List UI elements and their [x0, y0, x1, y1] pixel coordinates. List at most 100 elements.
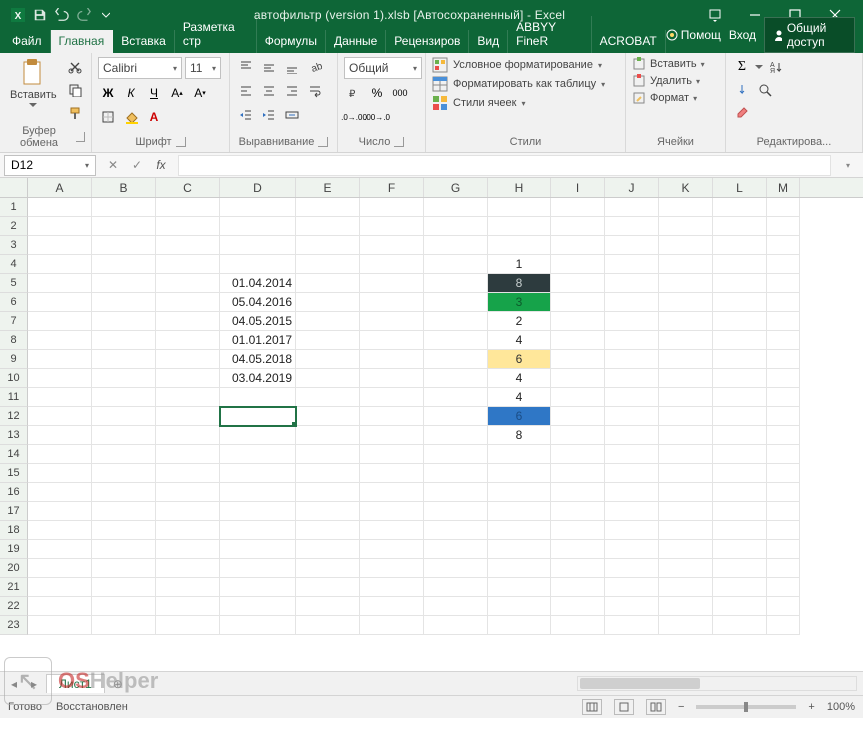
tab-file[interactable]: Файл — [4, 30, 51, 53]
cell-G17[interactable] — [424, 502, 488, 521]
cell-J3[interactable] — [605, 236, 659, 255]
cell-A1[interactable] — [28, 198, 92, 217]
increase-font-icon[interactable]: A▴ — [167, 83, 187, 103]
cell-H19[interactable] — [488, 540, 551, 559]
cell-E16[interactable] — [296, 483, 360, 502]
cell-J7[interactable] — [605, 312, 659, 331]
cell-L15[interactable] — [713, 464, 767, 483]
cell-D10[interactable]: 03.04.2019 — [220, 369, 296, 388]
cell-C13[interactable] — [156, 426, 220, 445]
underline-button[interactable]: Ч — [144, 83, 164, 103]
cell-A18[interactable] — [28, 521, 92, 540]
cell-I18[interactable] — [551, 521, 605, 540]
cell-I12[interactable] — [551, 407, 605, 426]
cell-D11[interactable] — [220, 388, 296, 407]
cell-G5[interactable] — [424, 274, 488, 293]
cell-D4[interactable] — [220, 255, 296, 274]
cell-J18[interactable] — [605, 521, 659, 540]
delete-cells-button[interactable]: Удалить — [650, 75, 692, 87]
cell-G21[interactable] — [424, 578, 488, 597]
cell-J4[interactable] — [605, 255, 659, 274]
cell-E20[interactable] — [296, 559, 360, 578]
cell-H16[interactable] — [488, 483, 551, 502]
cell-L7[interactable] — [713, 312, 767, 331]
cell-B12[interactable] — [92, 407, 156, 426]
cell-B11[interactable] — [92, 388, 156, 407]
row-header-21[interactable]: 21 — [0, 578, 28, 597]
login-button[interactable]: Вход — [729, 28, 756, 42]
cell-J17[interactable] — [605, 502, 659, 521]
cell-F19[interactable] — [360, 540, 424, 559]
page-layout-view-icon[interactable] — [614, 699, 634, 715]
row-header-9[interactable]: 9 — [0, 350, 28, 369]
cell-E13[interactable] — [296, 426, 360, 445]
cell-L1[interactable] — [713, 198, 767, 217]
cell-E15[interactable] — [296, 464, 360, 483]
cell-G19[interactable] — [424, 540, 488, 559]
cell-L16[interactable] — [713, 483, 767, 502]
cell-C8[interactable] — [156, 331, 220, 350]
cell-J14[interactable] — [605, 445, 659, 464]
cell-L11[interactable] — [713, 388, 767, 407]
format-cells-button[interactable]: Формат — [650, 92, 689, 104]
cell-L8[interactable] — [713, 331, 767, 350]
cell-F3[interactable] — [360, 236, 424, 255]
cell-B5[interactable] — [92, 274, 156, 293]
cell-E1[interactable] — [296, 198, 360, 217]
cell-E12[interactable] — [296, 407, 360, 426]
cell-B14[interactable] — [92, 445, 156, 464]
cell-J8[interactable] — [605, 331, 659, 350]
cell-L20[interactable] — [713, 559, 767, 578]
zoom-slider[interactable] — [696, 705, 796, 709]
tab-abbyy[interactable]: ABBYY FineR — [508, 16, 592, 53]
row-header-4[interactable]: 4 — [0, 255, 28, 274]
cell-F21[interactable] — [360, 578, 424, 597]
cell-C3[interactable] — [156, 236, 220, 255]
cell-M15[interactable] — [767, 464, 800, 483]
tab-formulas[interactable]: Формулы — [257, 30, 326, 53]
cell-B17[interactable] — [92, 502, 156, 521]
cell-L12[interactable] — [713, 407, 767, 426]
cell-B1[interactable] — [92, 198, 156, 217]
decrease-decimal-icon[interactable]: .00→.0 — [367, 107, 387, 127]
row-header-17[interactable]: 17 — [0, 502, 28, 521]
number-format-combo[interactable]: Общий▾ — [344, 57, 422, 79]
cell-M10[interactable] — [767, 369, 800, 388]
copy-icon[interactable] — [65, 80, 85, 100]
cell-F22[interactable] — [360, 597, 424, 616]
tab-data[interactable]: Данные — [326, 30, 386, 53]
cell-I20[interactable] — [551, 559, 605, 578]
cell-F15[interactable] — [360, 464, 424, 483]
cell-G7[interactable] — [424, 312, 488, 331]
row-header-11[interactable]: 11 — [0, 388, 28, 407]
cell-A7[interactable] — [28, 312, 92, 331]
cell-H9[interactable]: 6 — [488, 350, 551, 369]
col-header-A[interactable]: A — [28, 178, 92, 197]
find-icon[interactable] — [755, 80, 775, 100]
cell-K2[interactable] — [659, 217, 713, 236]
col-header-D[interactable]: D — [220, 178, 296, 197]
cell-I3[interactable] — [551, 236, 605, 255]
cell-H6[interactable]: 3 — [488, 293, 551, 312]
cell-K7[interactable] — [659, 312, 713, 331]
cell-I8[interactable] — [551, 331, 605, 350]
cell-F23[interactable] — [360, 616, 424, 635]
normal-view-icon[interactable] — [582, 699, 602, 715]
cell-G1[interactable] — [424, 198, 488, 217]
row-header-5[interactable]: 5 — [0, 274, 28, 293]
cell-styles-button[interactable]: Стили ячеек — [453, 97, 516, 109]
wrap-text-icon[interactable] — [305, 81, 325, 101]
cell-M17[interactable] — [767, 502, 800, 521]
cell-A20[interactable] — [28, 559, 92, 578]
cell-G11[interactable] — [424, 388, 488, 407]
row-header-10[interactable]: 10 — [0, 369, 28, 388]
cell-L17[interactable] — [713, 502, 767, 521]
cell-H5[interactable]: 8 — [488, 274, 551, 293]
cell-C22[interactable] — [156, 597, 220, 616]
cell-E2[interactable] — [296, 217, 360, 236]
cell-F10[interactable] — [360, 369, 424, 388]
align-right-icon[interactable] — [282, 81, 302, 101]
cell-M7[interactable] — [767, 312, 800, 331]
cell-F18[interactable] — [360, 521, 424, 540]
cell-H4[interactable]: 1 — [488, 255, 551, 274]
